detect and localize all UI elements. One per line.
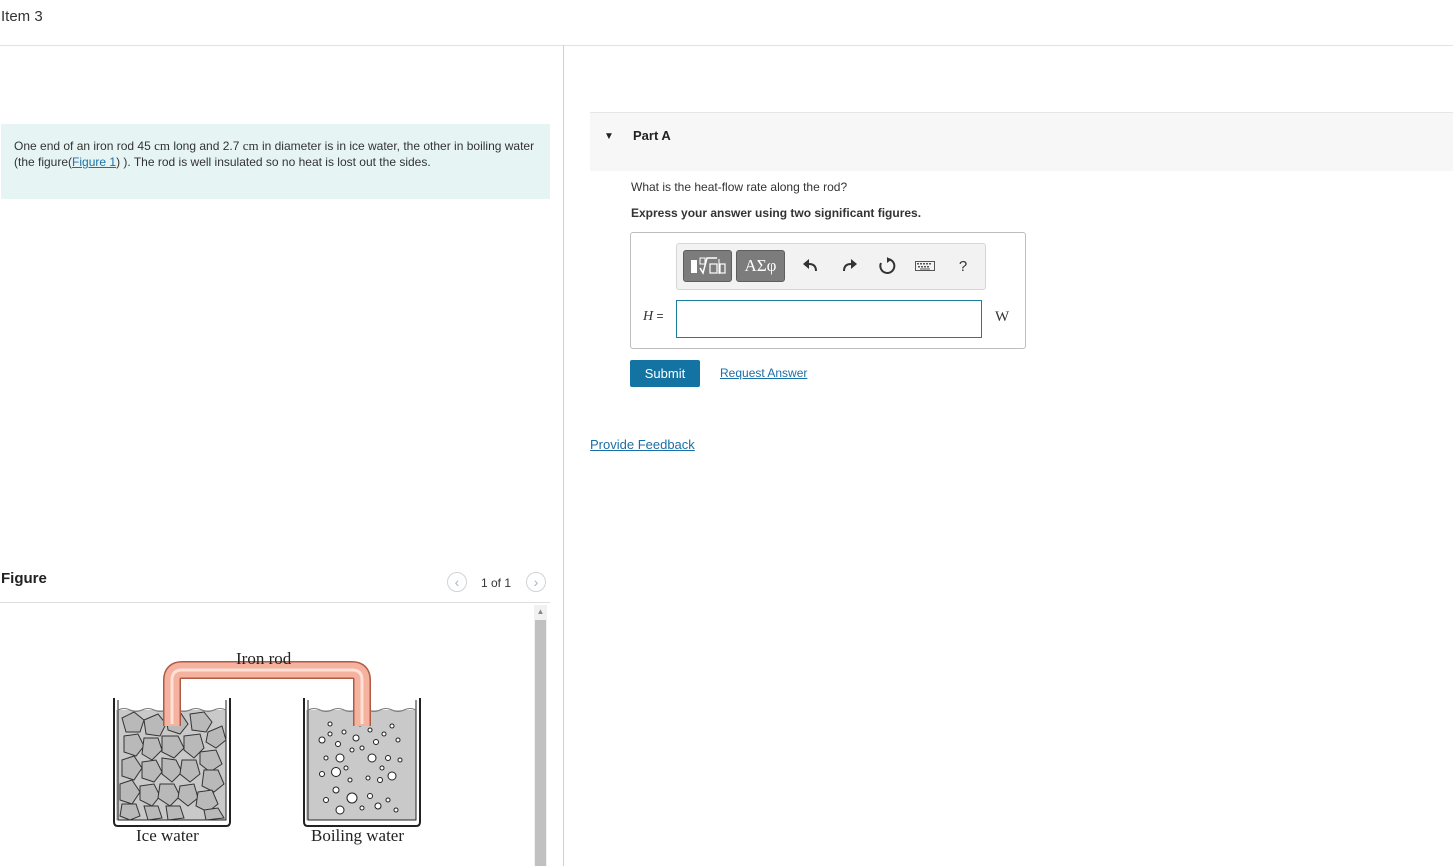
instruction-text: Express your answer using two significan… xyxy=(631,206,922,220)
redo-icon[interactable] xyxy=(837,254,861,278)
figure-link[interactable]: Figure 1 xyxy=(72,155,116,169)
problem-text-2: long and 2.7 xyxy=(170,139,243,153)
templates-button[interactable] xyxy=(683,250,732,282)
problem-text-4: ) ). The rod is well insulated so no hea… xyxy=(116,155,431,169)
question-text: What is the heat-flow rate along the rod… xyxy=(631,180,848,194)
answer-input[interactable] xyxy=(676,300,982,338)
chevron-right-icon: › xyxy=(533,574,539,590)
submit-button[interactable]: Submit xyxy=(630,360,700,387)
iron-rod-figure: Iron rod Ice water Boiling water xyxy=(113,649,421,845)
help-icon[interactable]: ? xyxy=(951,254,975,278)
provide-feedback-link[interactable]: Provide Feedback xyxy=(590,437,695,452)
variable-symbol: H xyxy=(643,309,654,324)
figure-divider xyxy=(0,602,550,603)
boiling-water-label: Boiling water xyxy=(311,826,404,845)
panel-divider[interactable] xyxy=(563,45,564,866)
previous-figure-button[interactable]: ‹ xyxy=(447,572,467,592)
variable-label: H = xyxy=(643,309,663,325)
problem-text-1: One end of an iron rod 45 xyxy=(14,139,155,153)
unit-label: W xyxy=(995,309,1010,325)
rod-label: Iron rod xyxy=(236,649,292,668)
item-title: Item 3 xyxy=(1,8,43,25)
part-a-header[interactable] xyxy=(590,112,1453,171)
problem-statement: One end of an iron rod 45 cm long and 2.… xyxy=(1,124,550,199)
scrollbar-thumb[interactable] xyxy=(535,620,546,866)
part-a-title[interactable]: Part A xyxy=(633,128,671,143)
next-figure-button[interactable]: › xyxy=(526,572,546,592)
unit-cm: cm xyxy=(242,138,259,153)
chevron-left-icon: ‹ xyxy=(454,574,460,590)
ice-water-label: Ice water xyxy=(136,826,199,845)
keyboard-icon[interactable] xyxy=(913,254,937,278)
equals-sign: = xyxy=(653,309,664,323)
symbols-button[interactable]: ΑΣφ xyxy=(736,250,785,282)
templates-icon xyxy=(690,257,726,275)
figure-title: Figure xyxy=(1,570,47,587)
request-answer-link[interactable]: Request Answer xyxy=(720,366,807,380)
reset-icon[interactable] xyxy=(875,254,899,278)
unit-cm: cm xyxy=(154,138,170,153)
scroll-up-icon[interactable]: ▲ xyxy=(534,605,547,619)
undo-icon[interactable] xyxy=(799,254,823,278)
figure-counter: 1 of 1 xyxy=(481,576,512,590)
top-divider xyxy=(0,45,1453,46)
caret-down-icon[interactable]: ▼ xyxy=(604,131,614,142)
